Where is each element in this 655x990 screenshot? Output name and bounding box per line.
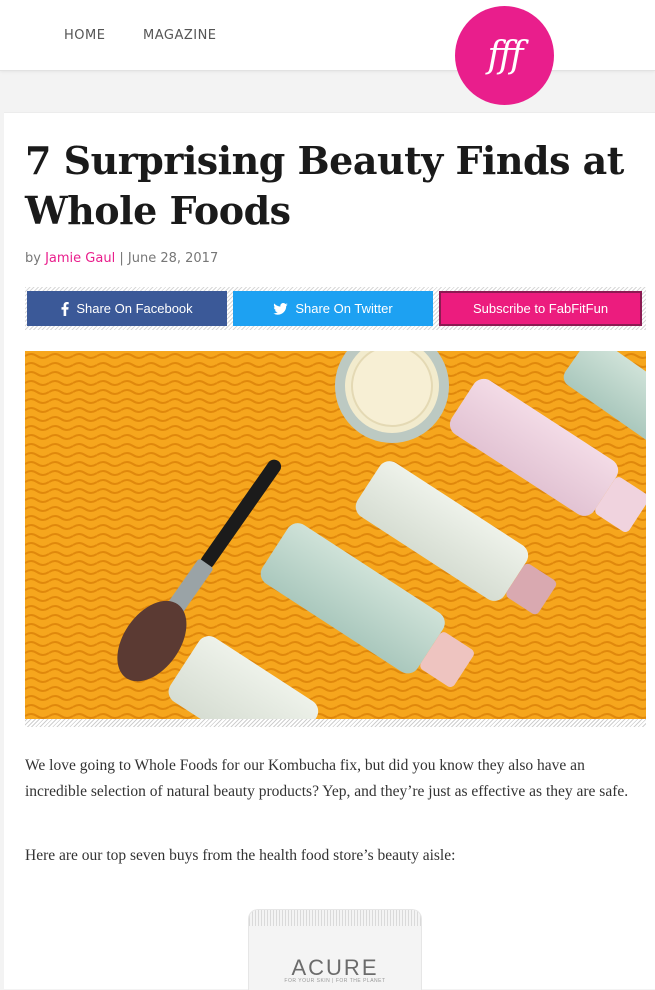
list-intro-paragraph: Here are our top seven buys from the hea…	[25, 847, 456, 864]
twitter-icon	[273, 302, 289, 315]
product-image: ACURE FOR YOUR SKIN | FOR THE PLANET	[248, 909, 422, 990]
author-link[interactable]: Jamie Gaul	[45, 251, 115, 266]
hero-image-frame	[25, 351, 646, 727]
byline-separator: |	[119, 251, 124, 266]
article-card: 7 Surprising Beauty Finds at Whole Foods…	[4, 112, 655, 990]
nav-magazine-link[interactable]: MAGAZINE	[143, 28, 217, 43]
subscribe-label: Subscribe to FabFitFun	[472, 301, 609, 316]
publish-date: June 28, 2017	[127, 251, 219, 266]
site-logo[interactable]: fff	[455, 6, 554, 105]
nav-home-link[interactable]: HOME	[64, 28, 105, 43]
hero-image	[25, 351, 646, 719]
tube-crimp	[249, 910, 421, 926]
facebook-icon	[61, 301, 70, 316]
share-twitter-button[interactable]: Share On Twitter	[233, 291, 433, 326]
share-facebook-button[interactable]: Share On Facebook	[27, 291, 227, 326]
logo-text: fff	[487, 35, 524, 76]
byline-prefix: by	[25, 251, 41, 266]
subscribe-button[interactable]: Subscribe to FabFitFun	[439, 291, 642, 326]
intro-paragraph: We love going to Whole Foods for our Kom…	[25, 757, 629, 800]
product-tagline: FOR YOUR SKIN | FOR THE PLANET	[284, 978, 386, 984]
share-twitter-label: Share On Twitter	[295, 301, 393, 316]
byline: by Jamie Gaul | June 28, 2017	[25, 251, 218, 266]
site-header: HOME MAGAZINE	[0, 0, 655, 71]
article-title: 7 Surprising Beauty Finds at Whole Foods	[25, 138, 624, 233]
share-facebook-label: Share On Facebook	[76, 301, 193, 316]
share-bar: Share On Facebook Share On Twitter Subsc…	[25, 287, 646, 330]
